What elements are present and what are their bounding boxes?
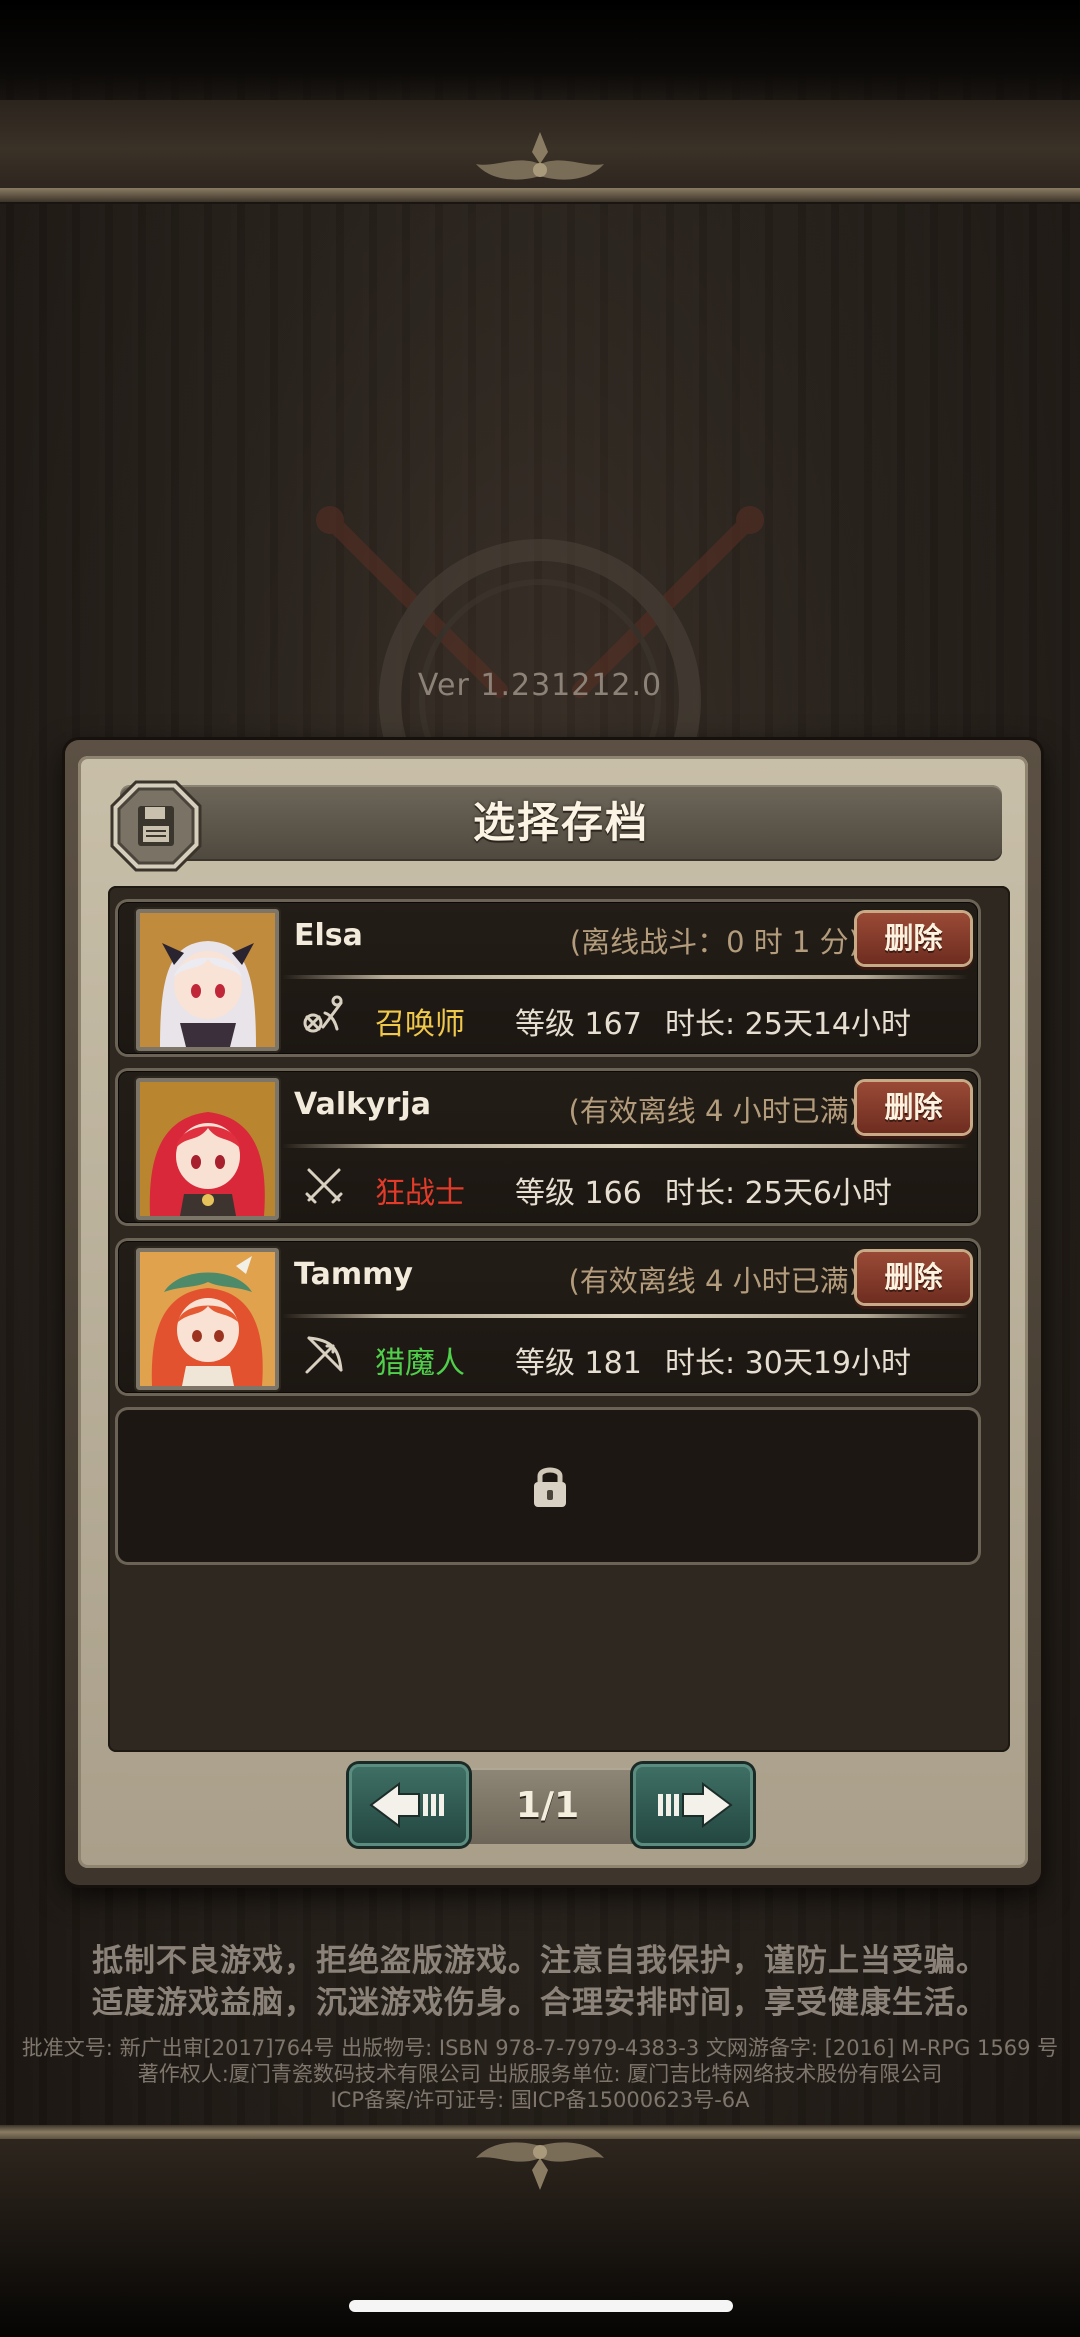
level: 等级 167 [515,1007,642,1042]
legal-line: 著作权人:厦门青瓷数码技术有限公司 出版服务单位: 厦门吉比特网络技术股份有限公… [137,2062,943,2086]
legal-info: 批准文号: 新广出审[2017]764号 出版物号: ISBN 978-7-79… [0,2035,1080,2113]
valkyrja-portrait [134,1076,281,1222]
playtime: 时长: 30天19小时 [665,1346,911,1381]
level: 等级 181 [515,1346,642,1381]
top-ornament-icon [476,132,604,180]
delete-button[interactable]: 删除 [857,1082,970,1133]
playtime: 时长: 25天6小时 [665,1176,892,1211]
emblem-crossed-swords-icon [316,506,764,770]
save-name: Tammy [294,1257,413,1292]
class-name: 狂战士 [375,1176,465,1211]
playtime: 时长: 25天14小时 [665,1007,911,1042]
save-status: (离线战斗：0 时 1 分) [569,925,860,959]
summoner-icon [303,995,343,1033]
dialog-title: 选择存档 [472,798,649,847]
level: 等级 166 [515,1176,642,1211]
save-name: Valkyrja [294,1087,431,1122]
class-name: 召唤师 [375,1007,465,1042]
save-name: Elsa [294,918,363,953]
slot-divider [282,1144,968,1148]
save-status: (有效离线 4 小时已满) [568,1094,860,1128]
crossed-swords-icon [305,1168,343,1204]
save-status: (有效离线 4 小时已满) [568,1264,860,1298]
arrow-right-icon [658,1782,733,1828]
elsa-portrait [134,907,281,1053]
floppy-disk-icon [110,780,202,872]
arrow-left-icon [369,1782,444,1828]
delete-button[interactable]: 删除 [857,1252,970,1303]
legal-line: ICP备案/许可证号: 国ICP备15000623号-6A [330,2088,750,2112]
home-indicator[interactable] [349,2300,733,2312]
previous-page-button[interactable] [349,1764,469,1846]
version-label: Ver 1.231212.0 [417,668,663,703]
lock-icon [534,1467,566,1507]
next-page-button[interactable] [633,1764,753,1846]
bottom-ornament-icon [476,2142,604,2190]
notice-line: 适度游戏益脑，沉迷游戏伤身。合理安排时间，享受健康生活。 [92,1985,988,2021]
delete-button[interactable]: 删除 [857,913,970,964]
page-indicator: 1/1 [515,1785,580,1826]
slot-divider [282,1314,968,1318]
notice-line: 抵制不良游戏，拒绝盗版游戏。注意自我保护，谨防上当受骗。 [92,1943,988,1979]
tammy-portrait [134,1246,281,1392]
health-notice: 抵制不良游戏，拒绝盗版游戏。注意自我保护，谨防上当受骗。 适度游戏益脑，沉迷游戏… [0,1940,1080,2024]
slot-divider [282,975,968,979]
bow-icon [305,1336,343,1374]
legal-line: 批准文号: 新广出审[2017]764号 出版物号: ISBN 978-7-79… [21,2036,1059,2060]
class-name: 猎魔人 [375,1346,465,1381]
